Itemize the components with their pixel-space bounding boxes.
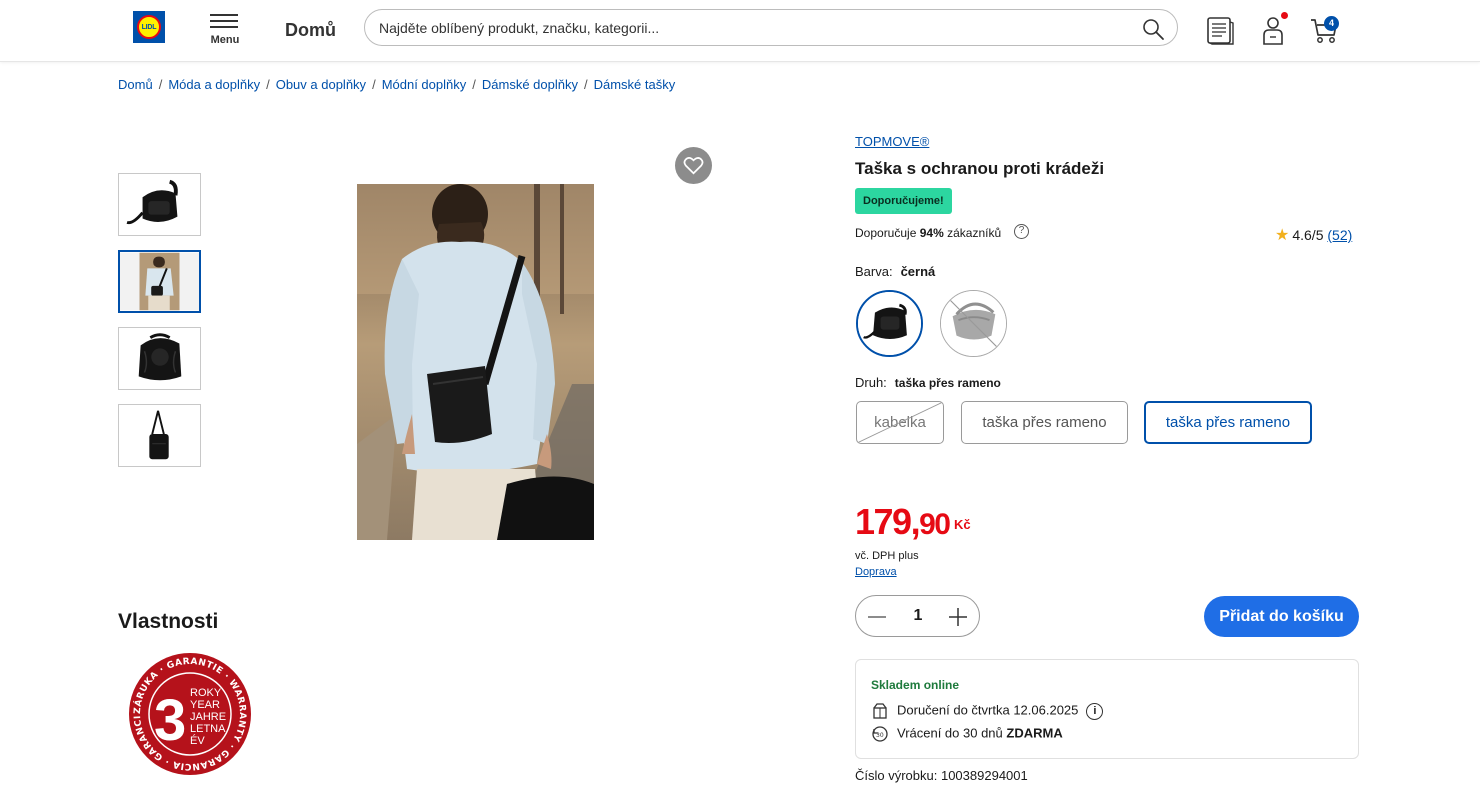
warranty-line: ÉV [190,734,205,747]
return-icon: 30 [872,726,888,742]
warranty-line: LETNA [190,723,226,735]
hamburger-line [210,20,238,22]
price-main: 179, [855,501,921,542]
breadcrumb-separator: / [472,77,476,92]
breadcrumb-separator: / [372,77,376,92]
type-label-text: Druh: [855,375,887,390]
breadcrumb-separator: / [583,77,588,92]
logo-circle: LIDL [137,15,161,39]
star-icon: ★ [1275,227,1290,244]
stock-status: Skladem online [871,678,960,692]
logo-text: LIDL [141,24,157,31]
color-swatch-grey[interactable] [940,290,1007,357]
leaflet-icon[interactable] [1204,14,1236,46]
svg-text:30: 30 [876,732,884,739]
delivery-row: Doručení do čtvrtka 12.06.2025 i [871,702,1104,720]
site-header: LIDL Menu Domů 4 [0,0,1480,62]
thumbnail-bag-side[interactable] [118,404,201,467]
type-value: taška přes rameno [894,376,1001,390]
warranty-seal: ZÁRUKA · GARANTIE · WARRANTY · GARANCIA … [124,645,252,776]
color-label-text: Barva: [855,264,893,279]
brand-link[interactable]: TOPMOVE® [855,134,929,149]
info-icon[interactable]: i [1086,702,1104,720]
recommend-prefix: Doporučuje [855,226,917,240]
thumbnail-model[interactable] [118,250,201,313]
type-option-crossbody-selected[interactable]: taška přes rameno [1144,401,1312,444]
color-label: Barva: černá [855,264,935,279]
type-option-label: kabelka [874,414,926,431]
hamburger-icon [210,14,238,16]
breadcrumb-link[interactable]: Dámské tašky [594,77,676,92]
quantity-stepper: 1 [855,595,980,637]
review-count-link[interactable]: (52) [1327,227,1352,243]
recommendation-text: Doporučuje 94% zákazníků [855,226,1001,240]
hamburger-line [210,26,238,28]
thumbnail-bag-front[interactable] [118,173,201,236]
cart-count-badge: 4 [1324,16,1339,31]
availability-box: Skladem online Doručení do čtvrtka 12.06… [855,659,1359,759]
type-label: Druh: taška přes rameno [855,375,1001,390]
type-option-label: taška přes rameno [982,414,1107,431]
wishlist-button[interactable] [675,147,712,184]
breadcrumb-link[interactable]: Domů [118,77,153,92]
breadcrumb-link[interactable]: Dámské doplňky [482,77,578,92]
color-swatch-black[interactable] [856,290,923,357]
warranty-line: YEAR [190,699,220,711]
quantity-value[interactable]: 1 [896,607,940,625]
search-icon[interactable] [1141,17,1165,41]
notification-dot [1281,12,1288,19]
help-icon[interactable]: ? [1014,224,1029,239]
lidl-logo[interactable]: LIDL [133,11,165,43]
return-free: ZDARMA [1006,725,1063,741]
type-option-handbag[interactable]: kabelka [856,401,944,444]
breadcrumb-separator: / [266,77,270,92]
recommend-suffix: zákazníků [947,226,1002,240]
delivery-text: Doručení do čtvrtka 12.06.2025 [897,702,1079,718]
vat-note: vč. DPH plus [855,550,919,562]
color-value: černá [900,264,936,279]
breadcrumb: Domů / Móda a doplňky / Obuv a doplňky / Módní… [118,77,675,92]
breadcrumb-separator: / [158,77,163,92]
shipping-link[interactable]: Doprava [855,566,897,578]
menu-label: Menu [210,34,240,46]
warranty-line: JAHRE [190,711,226,723]
recommended-badge: Doporučujeme! [855,188,952,214]
heart-icon [683,157,704,175]
delivery-box-icon [873,703,887,719]
add-to-cart-button[interactable]: Přidat do košíku [1204,596,1359,637]
recommend-percent: 94% [919,226,944,240]
product-title: Taška s ochranou proti krádeži [855,159,1105,178]
plus-icon[interactable] [947,606,969,628]
price-decimals: 90 [919,508,951,541]
breadcrumb-link[interactable]: Módní doplňky [382,77,467,92]
rating: ★ 4.6/5 (52) [1275,225,1352,245]
warranty-line: ROKY [190,687,222,699]
thumbnail-bag-top[interactable] [118,327,201,390]
rating-value: 4.6/5 [1292,227,1324,243]
breadcrumb-link[interactable]: Móda a doplňky [168,77,260,92]
search-input[interactable] [379,16,1119,40]
minus-icon[interactable] [866,606,888,628]
product-number: Číslo výrobku: 100389294001 [855,768,1028,783]
price-currency: Kč [954,517,971,532]
return-row: 30 Vrácení do 30 dnů ZDARMA [871,725,1063,743]
search-bar [364,9,1178,46]
type-option-crossbody[interactable]: taška přes rameno [961,401,1128,444]
type-option-label: taška přes rameno [1165,414,1291,431]
warranty-years: 3 [154,688,186,753]
breadcrumb-link[interactable]: Obuv a doplňky [276,77,366,92]
properties-heading: Vlastnosti [118,610,219,633]
return-text: Vrácení do 30 dnů [897,725,1003,741]
home-link[interactable]: Domů [285,20,336,41]
menu-button[interactable]: Menu [206,12,244,48]
main-product-image[interactable] [357,184,594,540]
price: 179,90 [855,501,951,543]
